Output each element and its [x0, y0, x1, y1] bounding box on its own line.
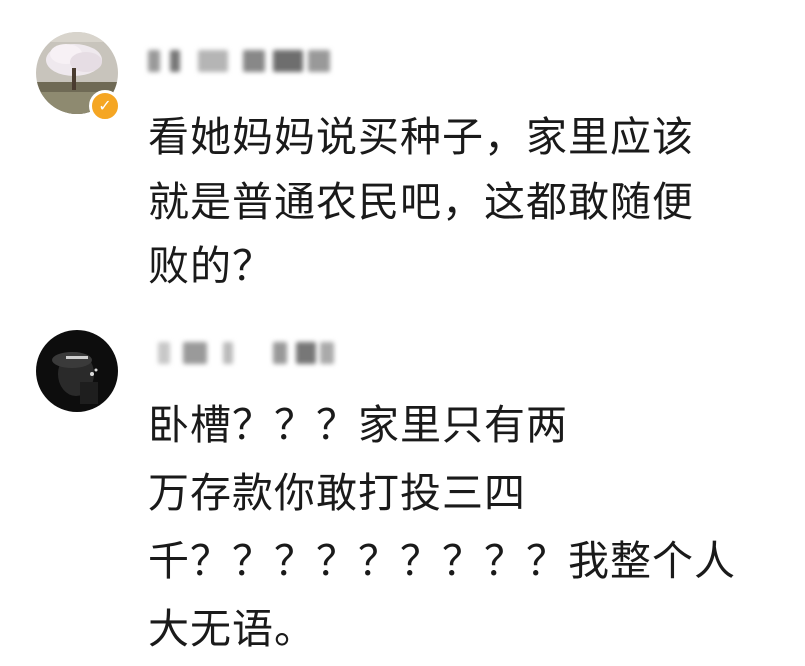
blurred-username-2[interactable]: [148, 342, 338, 372]
comment-text-line: 卧槽？？？家里只有两: [148, 401, 568, 449]
user-avatar-2[interactable]: [36, 330, 118, 412]
comment-text-line: 看她妈妈说买种子，家里应该: [148, 113, 694, 161]
blurred-username-1[interactable]: [148, 50, 338, 80]
comment-text-line: 万存款你敢打投三四: [148, 469, 526, 517]
comment-text-line: 就是普通农民吧，这都敢随便: [148, 178, 694, 226]
comment-item-2: 卧槽？？？家里只有两 万存款你敢打投三四 千？？？？？？？？？我整个人 大无语。: [0, 300, 805, 666]
dark-portrait-avatar-icon: [36, 330, 118, 412]
comment-text-line: 千？？？？？？？？？我整个人: [148, 537, 736, 585]
comment-text-line: 败的？: [148, 242, 274, 290]
verified-badge-icon: ✓: [89, 90, 121, 122]
comment-item-1: ✓ 看她妈妈说买种子，家里应该 就是普通农民吧，这都敢随便 败的？: [0, 0, 805, 300]
comment-text-line: 大无语。: [148, 605, 316, 653]
